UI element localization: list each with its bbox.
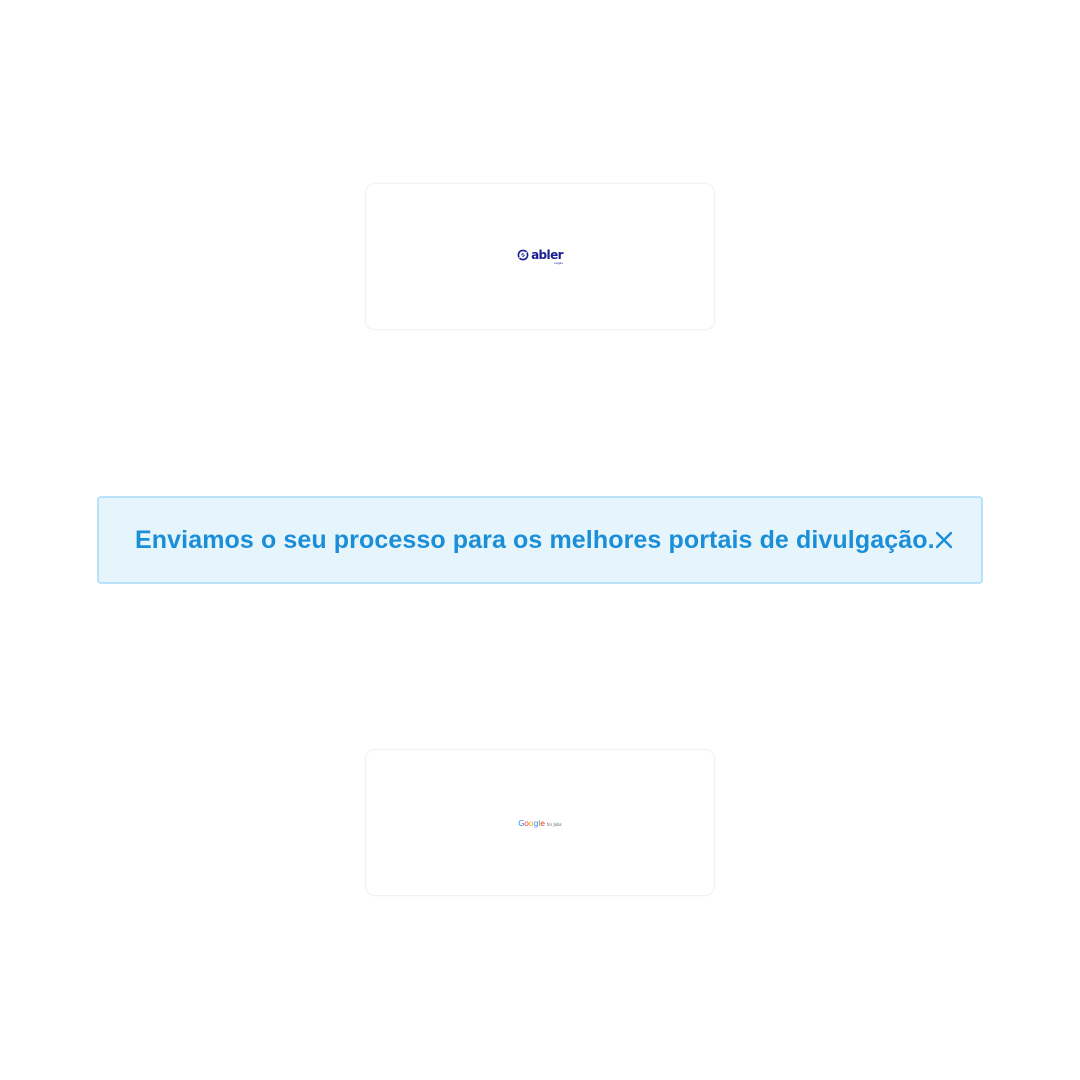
abler-logo-text: abler	[531, 247, 563, 262]
info-banner: Enviamos o seu processo para os melhores…	[97, 496, 983, 584]
google-logo-letter: e	[540, 819, 545, 828]
portals-screen: abler vagas Enviamos o seu processo para…	[0, 0, 1080, 1080]
banner-message: Enviamos o seu processo para os melhores…	[135, 525, 935, 554]
portal-card-google: G o o g l e for Jobs	[365, 749, 715, 896]
google-logo-subtext: for Jobs	[546, 822, 562, 827]
abler-logo-icon	[517, 249, 529, 260]
abler-logo-subtext: vagas	[554, 260, 563, 265]
abler-logo: abler vagas	[517, 247, 564, 264]
portal-card-abler: abler vagas	[365, 183, 715, 330]
banner-close-button[interactable]	[935, 528, 953, 552]
google-logo-icon: G o o g l e	[518, 819, 545, 828]
close-icon	[935, 531, 952, 549]
google-logo: G o o g l e for Jobs	[518, 820, 562, 828]
